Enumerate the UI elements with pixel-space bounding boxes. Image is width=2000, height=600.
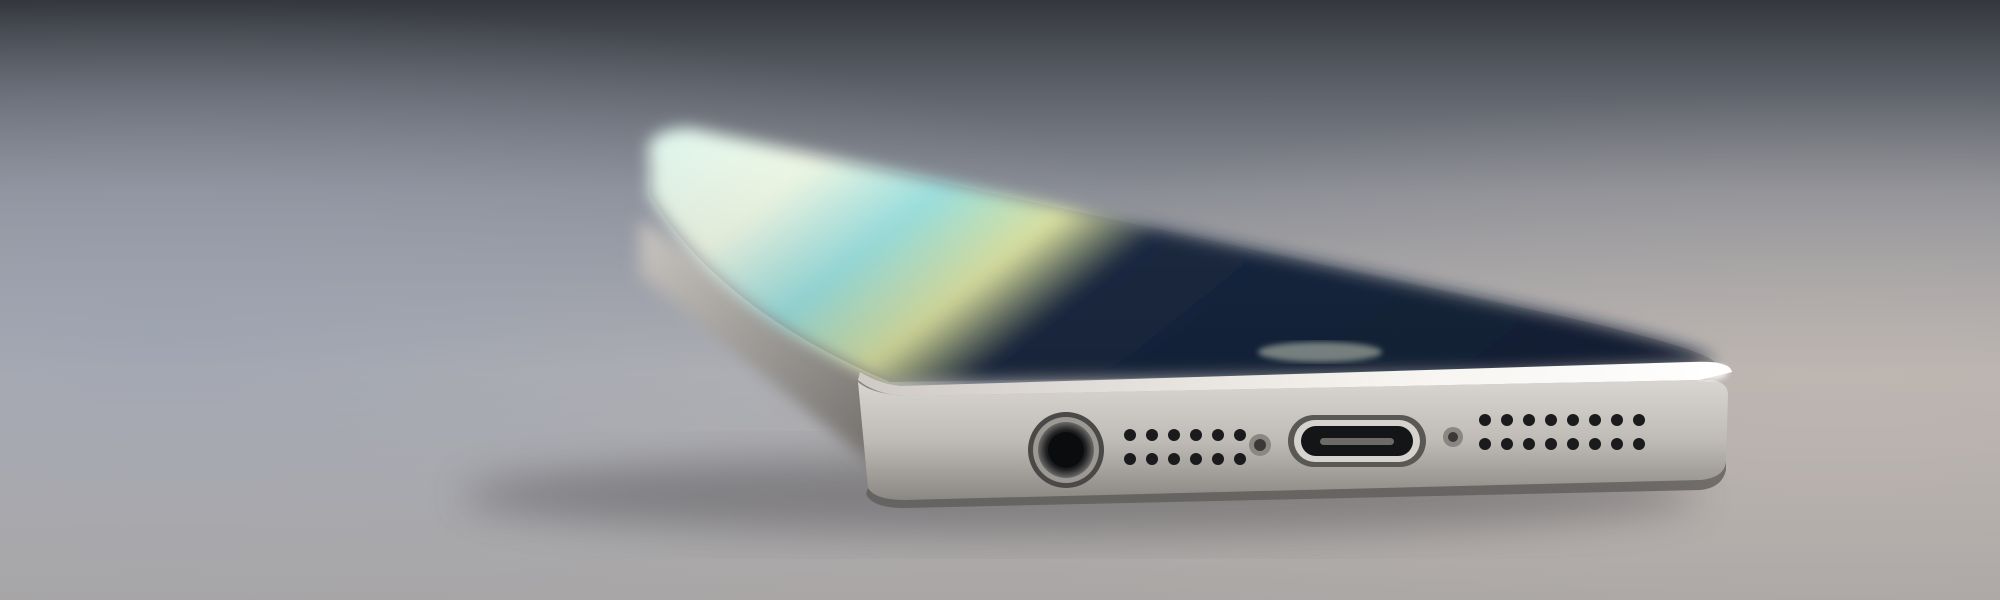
microphone-hole-icon xyxy=(1443,427,1463,447)
photo-scene xyxy=(0,0,2000,600)
phone-photo xyxy=(0,0,2000,600)
corner-highlight xyxy=(1696,364,1728,380)
lightning-port-icon xyxy=(1288,415,1426,467)
home-button xyxy=(1258,342,1382,362)
screw-icon xyxy=(1249,434,1271,456)
headphone-jack-icon xyxy=(1028,412,1104,488)
